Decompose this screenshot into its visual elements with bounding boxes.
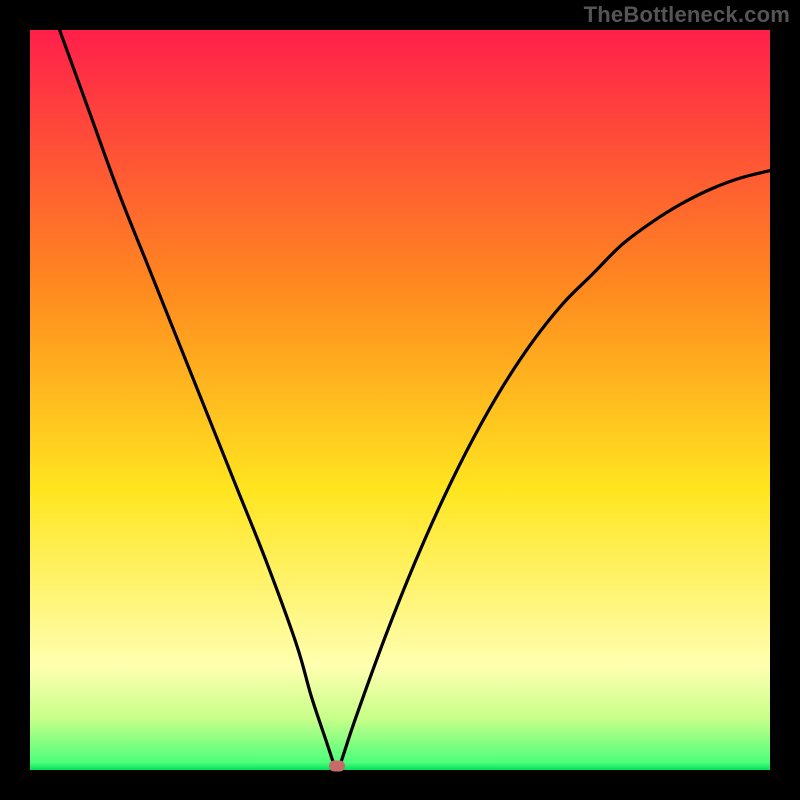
chart-frame: [30, 30, 770, 770]
optimum-marker-icon: [329, 761, 345, 772]
bottleneck-curve: [30, 30, 770, 770]
plot-area: [30, 30, 770, 770]
watermark-text: TheBottleneck.com: [584, 2, 790, 28]
